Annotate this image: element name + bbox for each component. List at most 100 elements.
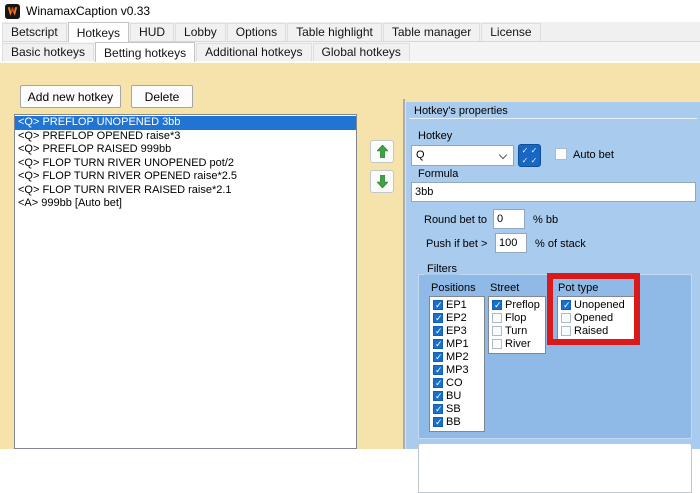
tab-license[interactable]: License (481, 23, 541, 41)
filter-option-label: SB (446, 402, 461, 415)
ep3-checkbox[interactable] (433, 325, 443, 337)
filter-option-co[interactable]: CO (430, 376, 484, 389)
ep1-checkbox[interactable] (433, 299, 443, 311)
hotkey-list[interactable]: <Q> PREFLOP UNOPENED 3bb <Q> PREFLOP OPEN… (14, 114, 357, 449)
hotkey-list-item[interactable]: <Q> FLOP TURN RIVER OPENED raise*2.5 (15, 170, 356, 184)
flop-checkbox[interactable] (492, 312, 502, 323)
push-if-bet-input[interactable] (495, 233, 527, 253)
hotkey-select[interactable]: Q (411, 145, 514, 166)
filter-option-sb[interactable]: SB (430, 402, 484, 415)
filter-option-label: BU (446, 389, 462, 402)
title-bar: WinamaxCaption v0.33 (0, 0, 700, 22)
capture-key-button[interactable] (518, 144, 541, 167)
filter-header-street: Street (490, 282, 520, 294)
hotkey-properties-panel: Hotkey's properties Hotkey Q Auto bet Fo… (406, 102, 700, 493)
filter-option-mp2[interactable]: MP2 (430, 350, 484, 363)
properties-group-title: Hotkey's properties (411, 105, 511, 117)
ep2-checkbox[interactable] (433, 312, 443, 324)
mp2-checkbox[interactable] (433, 351, 443, 363)
main-tab-bar: Betscript Hotkeys HUD Lobby Options Table hig… (2, 22, 700, 42)
move-up-button[interactable] (370, 140, 394, 163)
river-checkbox[interactable] (492, 338, 502, 349)
check-icon (521, 156, 530, 165)
filter-option-label: EP1 (446, 298, 467, 311)
filter-option-river[interactable]: River (489, 337, 545, 350)
filter-option-label: Preflop (505, 298, 540, 311)
mp1-checkbox[interactable] (433, 338, 443, 350)
hotkey-list-item[interactable]: <Q> PREFLOP OPENED raise*3 (15, 130, 356, 144)
sub-tab-bar: Basic hotkeys Betting hotkeys Additional h… (2, 42, 700, 62)
preflop-checkbox[interactable] (492, 299, 502, 311)
tab-table-manager[interactable]: Table manager (382, 23, 481, 41)
filter-option-bb[interactable]: BB (430, 415, 484, 428)
red-highlight-annotation (547, 273, 640, 345)
formula-input[interactable] (411, 182, 696, 202)
round-bet-input[interactable] (493, 209, 525, 229)
sb-checkbox[interactable] (433, 403, 443, 415)
filter-option-preflop[interactable]: Preflop (489, 298, 545, 311)
hotkey-list-item[interactable]: <Q> FLOP TURN RIVER RAISED raise*2.1 (15, 184, 356, 198)
betting-hotkeys-page: Add new hotkey Delete <Q> PREFLOP UNOPEN… (0, 61, 700, 493)
down-arrow-icon (376, 175, 388, 188)
auto-bet-checkbox[interactable] (555, 148, 567, 160)
filter-option-label: CO (446, 376, 463, 389)
push-if-bet-suffix: % of stack (535, 238, 586, 250)
tab-lobby[interactable]: Lobby (175, 23, 226, 41)
filter-list-street: PreflopFlopTurnRiver (488, 296, 546, 354)
subtab-basic-hotkeys[interactable]: Basic hotkeys (2, 43, 95, 61)
filter-header-positions: Positions (431, 282, 476, 294)
filter-option-label: Turn (505, 324, 528, 337)
check-icon (530, 156, 539, 165)
hotkey-list-item[interactable]: <Q> PREFLOP UNOPENED 3bb (15, 116, 356, 130)
filter-option-label: Flop (505, 311, 527, 324)
hotkey-label: Hotkey (418, 130, 453, 142)
mp3-checkbox[interactable] (433, 364, 443, 376)
tab-options[interactable]: Options (226, 23, 287, 41)
tab-hotkeys[interactable]: Hotkeys (67, 22, 130, 42)
co-checkbox[interactable] (433, 377, 443, 389)
filter-option-ep3[interactable]: EP3 (430, 324, 484, 337)
filter-option-label: River (505, 337, 531, 350)
chevron-down-icon (498, 150, 508, 160)
add-new-hotkey-button[interactable]: Add new hotkey (20, 85, 121, 108)
hotkey-list-item[interactable]: <Q> FLOP TURN RIVER UNOPENED pot/2 (15, 157, 356, 171)
filter-option-flop[interactable]: Flop (489, 311, 545, 324)
filter-option-turn[interactable]: Turn (489, 324, 545, 337)
auto-bet-label: Auto bet (573, 149, 614, 161)
tab-betscript[interactable]: Betscript (2, 23, 67, 41)
winamax-logo-icon (5, 3, 20, 19)
hotkey-list-item[interactable]: <A> 999bb [Auto bet] (15, 197, 356, 211)
subtab-additional-hotkeys[interactable]: Additional hotkeys (196, 43, 312, 61)
panel-splitter[interactable] (403, 99, 405, 449)
move-down-button[interactable] (370, 170, 394, 193)
formula-label: Formula (418, 168, 459, 180)
filter-option-label: BB (446, 415, 461, 428)
bb-checkbox[interactable] (433, 416, 443, 428)
filter-option-label: MP2 (446, 350, 469, 363)
filter-option-ep1[interactable]: EP1 (430, 298, 484, 311)
filter-option-mp1[interactable]: MP1 (430, 337, 484, 350)
subtab-betting-hotkeys[interactable]: Betting hotkeys (95, 42, 196, 62)
tab-hud[interactable]: HUD (130, 23, 175, 41)
groupbox-border (409, 118, 697, 119)
filter-option-ep2[interactable]: EP2 (430, 311, 484, 324)
round-bet-suffix: % bb (533, 214, 559, 226)
up-arrow-icon (376, 145, 388, 158)
round-bet-label: Round bet to (424, 214, 487, 226)
turn-checkbox[interactable] (492, 325, 502, 336)
filter-option-label: MP1 (446, 337, 469, 350)
check-icon (521, 146, 530, 155)
filters-group-title: Filters (424, 263, 460, 275)
filter-option-mp3[interactable]: MP3 (430, 363, 484, 376)
hotkey-list-item[interactable]: <Q> PREFLOP RAISED 999bb (15, 143, 356, 157)
hotkey-selected-value: Q (416, 149, 425, 161)
check-icon (530, 146, 539, 155)
filter-option-label: MP3 (446, 363, 469, 376)
filter-option-bu[interactable]: BU (430, 389, 484, 402)
subtab-global-hotkeys[interactable]: Global hotkeys (312, 43, 410, 61)
delete-hotkey-button[interactable]: Delete (131, 85, 193, 108)
bu-checkbox[interactable] (433, 390, 443, 402)
clipped-bottom-groupbox (418, 443, 692, 493)
tab-table-highlight[interactable]: Table highlight (287, 23, 382, 41)
window-title: WinamaxCaption v0.33 (26, 4, 151, 18)
